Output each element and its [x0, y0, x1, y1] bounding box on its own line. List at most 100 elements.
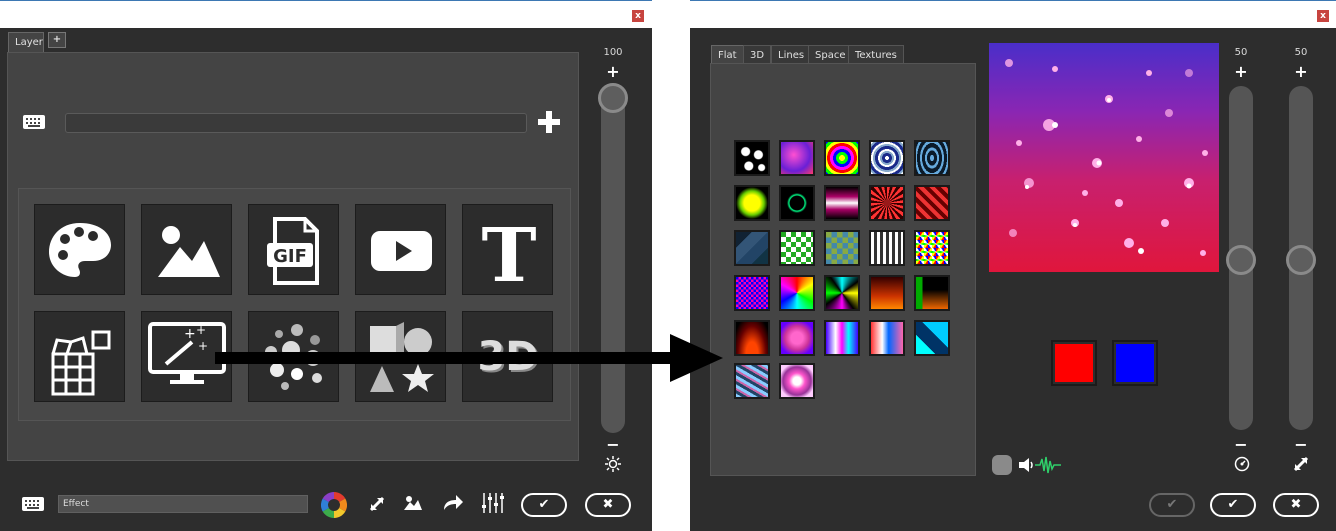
tab-layer[interactable]: Layer	[8, 32, 44, 52]
tab-flat[interactable]: Flat	[711, 45, 744, 65]
speed-minus-button[interactable]: −	[1231, 437, 1251, 453]
effects-panel	[710, 63, 976, 476]
particles-preview-image	[1005, 59, 1208, 256]
speed-value: 50	[1234, 47, 1248, 58]
size-value: 50	[1294, 47, 1308, 58]
effect-thumb[interactable]	[779, 230, 815, 266]
opacity-plus-button[interactable]: +	[603, 64, 623, 80]
text-icon: T	[481, 213, 536, 296]
effect-thumb[interactable]	[869, 275, 905, 311]
effect-thumb[interactable]	[734, 140, 770, 176]
effect-thumb[interactable]	[779, 275, 815, 311]
effect-window: x Flat 3D Lines Space Textures 50 + − 50…	[690, 0, 1336, 531]
add-layer-tab-button[interactable]: +	[48, 32, 66, 48]
speaker-icon[interactable]	[1017, 456, 1035, 474]
image-tile[interactable]	[141, 204, 232, 295]
cancel-button[interactable]: ✖	[1273, 493, 1319, 517]
effect-thumb[interactable]	[824, 230, 860, 266]
effect-thumb[interactable]	[734, 275, 770, 311]
keyboard-icon[interactable]	[22, 497, 44, 511]
right-title-bar: x	[690, 0, 1336, 28]
text-icon-glyph: T	[481, 213, 536, 296]
effect-thumb[interactable]	[869, 320, 905, 356]
tab-space[interactable]: Space	[808, 45, 853, 65]
effect-thumb[interactable]	[914, 320, 950, 356]
size-plus-button[interactable]: +	[1291, 64, 1311, 80]
effect-thumb[interactable]	[824, 275, 860, 311]
svg-text:+: +	[184, 326, 196, 342]
redo-icon[interactable]	[442, 494, 464, 512]
opacity-value: 100	[603, 47, 623, 58]
speed-slider-knob[interactable]	[1226, 245, 1256, 275]
secondary-color-fill	[1116, 344, 1154, 382]
effect-thumb[interactable]	[914, 185, 950, 221]
blocks-tile[interactable]	[34, 311, 125, 402]
cancel-button[interactable]: ✖	[585, 493, 631, 517]
primary-color-fill	[1055, 344, 1093, 382]
video-play-icon	[371, 231, 432, 271]
add-icon[interactable]	[537, 110, 561, 134]
secondary-color-swatch[interactable]	[1112, 340, 1158, 386]
layer-name-input[interactable]	[65, 113, 527, 133]
effect-thumb[interactable]	[824, 185, 860, 221]
ok-button[interactable]: ✔	[1210, 493, 1256, 517]
palette-icon	[49, 223, 111, 277]
primary-color-swatch[interactable]	[1051, 340, 1097, 386]
effect-thumb[interactable]	[779, 320, 815, 356]
gif-tile[interactable]: GIF	[248, 204, 339, 295]
image-icon[interactable]	[403, 495, 423, 511]
layer-window: x Layer + GIF T + + + 100 + − Effect ✔ ✖	[0, 0, 652, 531]
effect-thumb[interactable]	[734, 185, 770, 221]
effect-thumb[interactable]	[914, 230, 950, 266]
text-tile[interactable]: T	[462, 204, 553, 296]
effect-name-text: Effect	[63, 499, 89, 509]
effect-thumb[interactable]	[869, 140, 905, 176]
keyboard-icon[interactable]	[23, 115, 45, 129]
effect-thumb[interactable]	[824, 320, 860, 356]
effect-thumb[interactable]	[779, 363, 815, 399]
audio-wave-icon[interactable]	[1035, 455, 1061, 475]
layer-panel: GIF T + + +	[7, 52, 579, 461]
record-toggle-icon[interactable]	[992, 455, 1012, 475]
opacity-minus-button[interactable]: −	[603, 437, 623, 453]
resize-icon[interactable]	[369, 496, 385, 512]
right-arrow	[215, 334, 723, 382]
right-close-button[interactable]: x	[1317, 10, 1329, 22]
speed-plus-button[interactable]: +	[1231, 64, 1251, 80]
speedometer-icon	[1234, 456, 1250, 472]
effect-preview	[989, 43, 1219, 272]
size-minus-button[interactable]: −	[1291, 437, 1311, 453]
sun-icon	[605, 456, 621, 472]
video-tile[interactable]	[355, 204, 446, 295]
effect-thumb[interactable]	[824, 140, 860, 176]
opacity-slider-knob[interactable]	[598, 83, 628, 113]
tab-textures[interactable]: Textures	[848, 45, 904, 65]
image-icon	[158, 226, 220, 277]
left-title-bar: x	[0, 0, 652, 28]
ok-button[interactable]: ✔	[521, 493, 567, 517]
size-slider-knob[interactable]	[1286, 245, 1316, 275]
effect-thumb[interactable]	[734, 363, 770, 399]
effect-thumb[interactable]	[869, 230, 905, 266]
apply-button-disabled[interactable]: ✔	[1149, 493, 1195, 517]
effect-thumb[interactable]	[779, 140, 815, 176]
gif-icon: GIF	[267, 217, 319, 285]
left-close-button[interactable]: x	[632, 10, 644, 22]
palette-tile[interactable]	[34, 204, 125, 295]
effect-thumb[interactable]	[914, 140, 950, 176]
tab-lines[interactable]: Lines	[771, 45, 812, 65]
effect-thumb[interactable]	[779, 185, 815, 221]
effect-thumb[interactable]	[914, 275, 950, 311]
equalizer-icon[interactable]	[481, 491, 505, 515]
grid-blocks-icon	[51, 330, 111, 396]
gif-label: GIF	[273, 246, 307, 267]
effect-thumb[interactable]	[869, 185, 905, 221]
effect-thumb[interactable]	[734, 320, 770, 356]
svg-text:+: +	[198, 339, 208, 353]
effect-thumb[interactable]	[734, 230, 770, 266]
resize-icon	[1293, 456, 1309, 472]
effect-name-field[interactable]: Effect	[58, 495, 308, 513]
color-wheel-icon[interactable]	[321, 492, 347, 518]
svg-text:+: +	[196, 323, 206, 337]
tab-3d[interactable]: 3D	[743, 45, 772, 65]
